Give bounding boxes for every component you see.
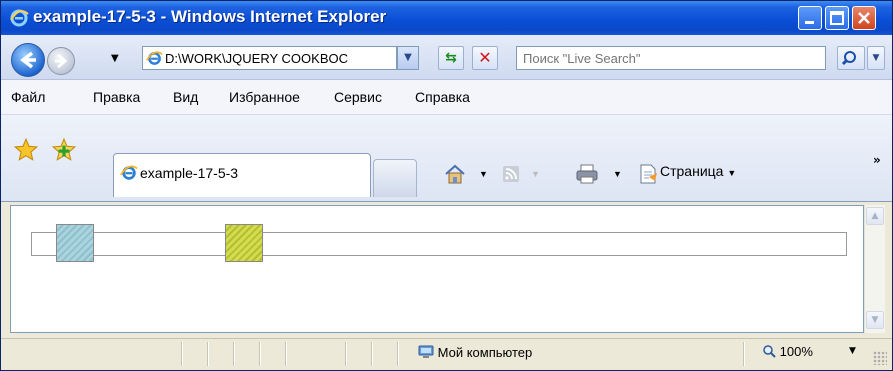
slider-handle-start[interactable] (56, 224, 94, 262)
toolbar-overflow-icon[interactable]: » (873, 153, 881, 167)
search-input[interactable] (517, 47, 823, 69)
favorites-star-icon[interactable] (13, 137, 39, 163)
search-options-dropdown[interactable]: ▼ (867, 46, 885, 70)
ie-page-icon (146, 51, 163, 65)
menu-favorites[interactable]: Избранное (229, 89, 300, 105)
search-box[interactable] (516, 46, 826, 70)
computer-icon (418, 345, 434, 358)
maximize-button[interactable] (825, 6, 849, 30)
close-icon (858, 12, 870, 24)
menu-file[interactable]: Файл (11, 89, 45, 105)
print-dropdown-icon[interactable]: ▼ (613, 169, 622, 179)
minimize-button[interactable] (798, 6, 822, 30)
maximize-icon (830, 11, 844, 25)
page-content (10, 205, 864, 333)
status-divider (743, 342, 744, 366)
stop-icon: ✕ (478, 48, 492, 67)
rss-feed-icon[interactable] (501, 165, 521, 183)
page-menu[interactable]: Страница ▼ (660, 163, 736, 179)
stop-button[interactable]: ✕ (472, 46, 498, 70)
add-favorite-icon[interactable] (51, 137, 77, 163)
ie-page-icon (120, 165, 138, 180)
slider-track[interactable] (31, 232, 847, 256)
zoom-level: 100% (779, 344, 813, 359)
title-bar[interactable]: example-17-5-3 - Windows Internet Explor… (1, 1, 892, 35)
recent-pages-dropdown-icon[interactable]: ▼ (111, 53, 119, 64)
status-divider (233, 342, 234, 366)
status-divider (285, 342, 286, 366)
scroll-down-arrow-icon[interactable]: ▼ (866, 311, 884, 329)
ie-window: example-17-5-3 - Windows Internet Explor… (0, 0, 893, 371)
menu-edit[interactable]: Правка (93, 89, 140, 105)
zone-label: Мой компьютер (437, 345, 533, 360)
new-tab-button[interactable] (373, 159, 417, 197)
status-divider (397, 342, 398, 366)
back-arrow-icon (20, 51, 36, 69)
page-menu-label: Страница (660, 163, 724, 179)
refresh-icon: ⇆ (445, 50, 457, 66)
status-divider (259, 342, 260, 366)
feeds-dropdown-icon: ▼ (531, 169, 540, 179)
close-button[interactable] (852, 6, 876, 30)
page-dropdown-icon: ▼ (727, 168, 737, 178)
tab-example[interactable]: example-17-5-3 (113, 153, 371, 197)
scroll-up-arrow-icon[interactable]: ▲ (866, 207, 884, 225)
back-button[interactable] (11, 43, 45, 77)
menu-help[interactable]: Справка (415, 89, 470, 105)
zoom-control[interactable]: 100% (762, 344, 813, 359)
home-dropdown-icon[interactable]: ▼ (479, 169, 488, 179)
home-icon[interactable] (443, 163, 467, 185)
resize-grip-icon[interactable] (873, 351, 887, 365)
status-divider (371, 342, 372, 366)
forward-arrow-icon (55, 53, 68, 69)
minimize-icon (805, 21, 814, 24)
security-zone[interactable]: Мой компьютер (418, 344, 532, 360)
vertical-scrollbar[interactable]: ▲ ▼ (864, 205, 885, 333)
slider-handle-end[interactable] (225, 224, 263, 262)
status-divider (207, 342, 208, 366)
menu-view[interactable]: Вид (173, 89, 198, 105)
status-divider (345, 342, 346, 366)
magnifier-icon (841, 51, 856, 66)
address-bar[interactable]: D:\WORK\JQUERY COOKBOC (142, 46, 397, 70)
page-icon[interactable] (637, 163, 659, 185)
window-title: example-17-5-3 - Windows Internet Explor… (33, 7, 387, 26)
ie-logo-icon (10, 9, 29, 27)
zoom-dropdown-icon[interactable]: ▼ (849, 346, 856, 356)
refresh-button[interactable]: ⇆ (438, 46, 464, 70)
menu-tools[interactable]: Сервис (334, 89, 382, 105)
zoom-icon (763, 345, 776, 358)
address-text: D:\WORK\JQUERY COOKBOC (165, 51, 348, 66)
address-dropdown-button[interactable]: ▼ (397, 46, 419, 70)
status-divider (181, 342, 182, 366)
search-button[interactable] (837, 46, 865, 70)
print-icon[interactable] (575, 163, 599, 185)
forward-button[interactable] (47, 47, 75, 75)
tab-label: example-17-5-3 (140, 165, 239, 181)
menu-bar: Файл Правка Вид Избранное Сервис Справка (1, 80, 892, 115)
